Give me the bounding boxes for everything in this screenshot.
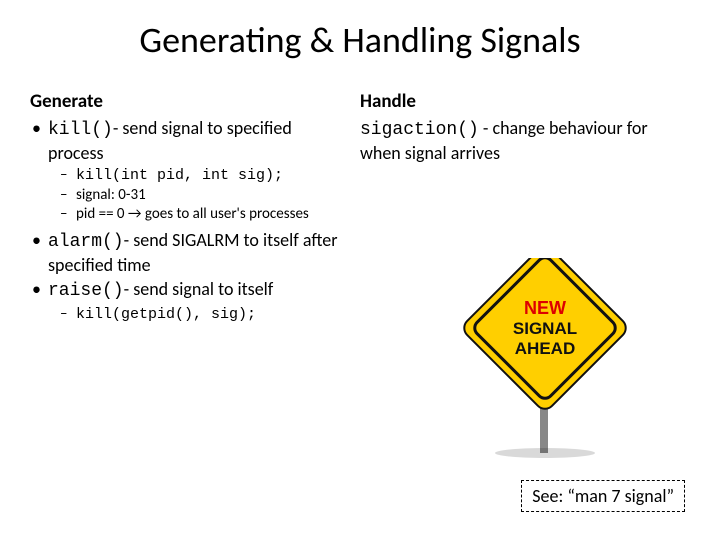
bullet-raise: raise()- send signal to itself kill(getp… (30, 278, 350, 324)
generate-header: Generate (30, 90, 350, 113)
handle-text: sigaction() - change behaviour for when … (360, 117, 680, 164)
sub-kill-sig: kill(int pid, int sig); (60, 166, 350, 186)
bullet-alarm: alarm()- send SIGALRM to itself after sp… (30, 229, 350, 276)
see-reference: See: “man 7 signal” (521, 480, 685, 512)
text-raise: - send signal to itself (124, 278, 274, 300)
sign-line3: AHEAD (515, 339, 575, 358)
sign-line2: SIGNAL (513, 319, 577, 338)
generate-column: Generate kill()- send signal to specifie… (30, 90, 360, 331)
code-raise-kill: kill(getpid(), sig); (76, 306, 256, 323)
sub-raise-kill: kill(getpid(), sig); (60, 305, 350, 325)
text-signal-range: signal: 0-31 (76, 186, 146, 204)
code-kill-sig: kill(int pid, int sig); (76, 167, 283, 184)
sub-signal-range: signal: 0-31 (60, 186, 350, 205)
handle-header: Handle (360, 90, 680, 113)
new-signal-sign: NEW SIGNAL AHEAD (435, 258, 655, 458)
sub-pid-zero: pid == 0 → goes to all user's processes (60, 205, 350, 224)
code-sigaction: sigaction() (360, 120, 479, 140)
bullet-kill: kill()- send signal to specified process… (30, 117, 350, 223)
code-kill: kill() (48, 120, 113, 140)
slide-title: Generating & Handling Signals (0, 0, 720, 70)
code-raise: raise() (48, 281, 124, 301)
sign-line1: NEW (524, 298, 566, 318)
text-pid-zero: pid == 0 → goes to all user's processes (76, 205, 309, 223)
code-alarm: alarm() (48, 232, 124, 252)
road-sign-icon: NEW SIGNAL AHEAD (435, 258, 655, 458)
